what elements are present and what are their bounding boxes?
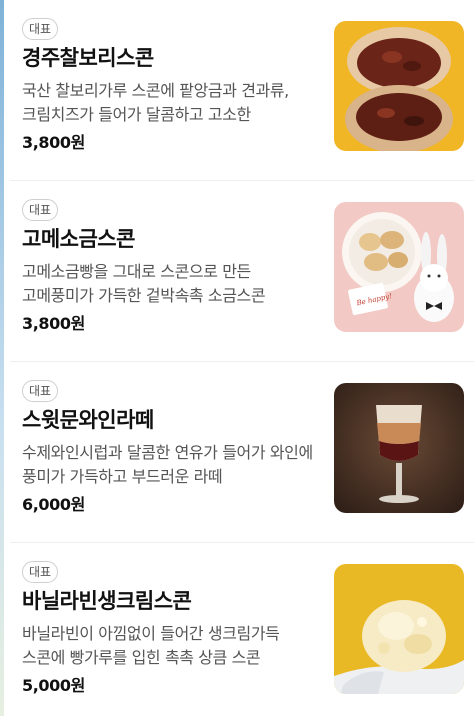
menu-item-name: 스윗문와인라떼 xyxy=(22,408,154,432)
menu-item-info: 대표 바닐라빈생크림스콘 바닐라빈이 아낌없이 들어간 생크림가득 스콘에 빵가… xyxy=(22,561,314,698)
salt-scone-photo[interactable]: Be happy! xyxy=(334,202,464,332)
left-edge-strip xyxy=(0,0,4,716)
menu-item-name: 경주찰보리스콘 xyxy=(22,46,154,70)
menu-item[interactable]: 대표 스윗문와인라떼 수제와인시럽과 달콤한 연유가 들어가 와인에 풍미가 가… xyxy=(10,362,474,543)
barley-scone-photo[interactable] xyxy=(334,21,464,151)
menu-item-price: 3,800원 xyxy=(22,133,85,152)
menu-item-info: 대표 경주찰보리스콘 국산 찰보리가루 스콘에 팥앙금과 견과류, 크림치즈가 … xyxy=(22,18,314,155)
menu-item[interactable]: 대표 고메소금스콘 고메소금빵을 그대로 스콘으로 만든 고메풍미가 가득한 겉… xyxy=(10,181,474,362)
menu-item-description: 수제와인시럽과 달콤한 연유가 들어가 와인에 풍미가 가득하고 부드러운 라떼 xyxy=(22,443,313,486)
menu-item[interactable]: 대표 바닐라빈생크림스콘 바닐라빈이 아낌없이 들어간 생크림가득 스콘에 빵가… xyxy=(10,543,474,716)
signature-badge: 대표 xyxy=(22,380,59,402)
menu-item-info: 대표 스윗문와인라떼 수제와인시럽과 달콤한 연유가 들어가 와인에 풍미가 가… xyxy=(22,380,314,517)
menu-item-name: 고메소금스콘 xyxy=(22,227,135,251)
menu-item-price: 5,000원 xyxy=(22,676,85,695)
menu-item-info: 대표 고메소금스콘 고메소금빵을 그대로 스콘으로 만든 고메풍미가 가득한 겉… xyxy=(22,199,314,336)
menu-item-name: 바닐라빈생크림스콘 xyxy=(22,589,192,613)
menu-item-price: 3,800원 xyxy=(22,314,85,333)
menu-item-price: 6,000원 xyxy=(22,495,85,514)
signature-badge: 대표 xyxy=(22,561,59,583)
menu-item[interactable]: 대표 경주찰보리스콘 국산 찰보리가루 스콘에 팥앙금과 견과류, 크림치즈가 … xyxy=(10,0,474,181)
menu-item-description: 고메소금빵을 그대로 스콘으로 만든 고메풍미가 가득한 겉박속촉 소금스콘 xyxy=(22,262,266,305)
menu-item-description: 바닐라빈이 아낌없이 들어간 생크림가득 스콘에 빵가루를 입힌 촉촉 상큼 스… xyxy=(22,624,280,667)
signature-badge: 대표 xyxy=(22,199,59,221)
vanilla-cream-scone-photo[interactable] xyxy=(334,564,464,694)
menu-item-description: 국산 찰보리가루 스콘에 팥앙금과 견과류, 크림치즈가 들어가 달콤하고 고소… xyxy=(22,81,289,124)
signature-badge: 대표 xyxy=(22,18,59,40)
wine-latte-photo[interactable] xyxy=(334,383,464,513)
